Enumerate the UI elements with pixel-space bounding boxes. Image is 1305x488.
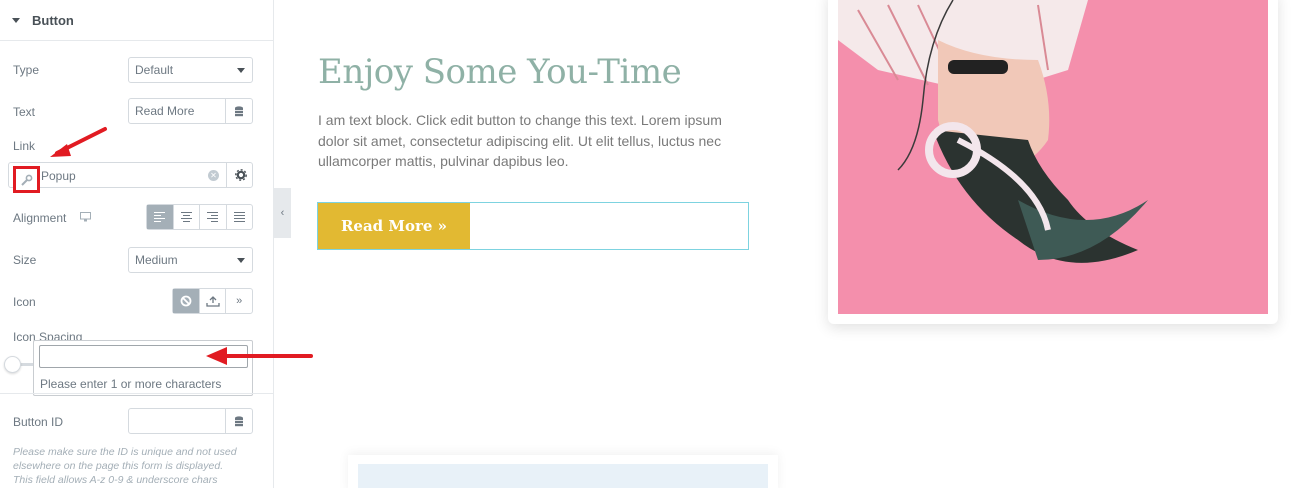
desktop-icon[interactable]: [80, 212, 91, 222]
panel-collapse-toggle[interactable]: ‹: [274, 188, 291, 238]
icon-choices: »: [172, 288, 253, 314]
editor-panel: Button Type Default Text Read More Link …: [0, 0, 274, 488]
database-icon: [235, 415, 243, 426]
page-heading: Enjoy Some You-Time: [318, 52, 682, 92]
icon-spacing-slider-handle[interactable]: [4, 356, 21, 373]
image-card: [828, 0, 1278, 324]
text-input[interactable]: Read More: [128, 98, 226, 124]
chevron-down-icon: [237, 258, 245, 263]
align-justify-icon[interactable]: [225, 205, 253, 229]
type-label: Type: [13, 63, 40, 77]
size-select[interactable]: Medium: [128, 247, 253, 273]
gear-icon: [234, 169, 247, 181]
read-more-button[interactable]: Read More »: [318, 203, 470, 249]
wrench-icon[interactable]: [13, 166, 40, 193]
button-id-note: Please make sure the ID is unique and no…: [13, 445, 263, 487]
dynamic-tags-button[interactable]: [225, 98, 253, 124]
photo-woman-headphones: [838, 0, 1268, 314]
upload-icon[interactable]: [198, 289, 226, 313]
chevron-double-right-icon[interactable]: »: [225, 289, 252, 313]
chevron-left-icon: ‹: [280, 207, 285, 219]
caret-down-icon: [12, 17, 20, 23]
chevron-down-icon: [237, 68, 245, 73]
link-field[interactable]: Popup ✕: [8, 162, 254, 193]
database-icon: [235, 105, 243, 116]
button-id-input[interactable]: [128, 408, 226, 434]
link-options-button[interactable]: [226, 162, 254, 188]
ban-icon[interactable]: [173, 289, 199, 313]
button-id-label: Button ID: [13, 415, 64, 429]
second-image: [358, 464, 768, 488]
dropdown-message: Please enter 1 or more characters: [40, 377, 222, 391]
align-right-icon[interactable]: [199, 205, 226, 229]
size-select-value: Medium: [135, 253, 178, 267]
button-widget: Read More »: [317, 202, 749, 250]
link-label: Link: [13, 139, 36, 153]
note-line: This field allows A-z 0-9 & underscore c…: [13, 474, 218, 486]
alignment-label: Alignment: [13, 211, 67, 225]
note-line: elsewhere on the page this form is displ…: [13, 460, 224, 472]
clear-icon[interactable]: ✕: [208, 170, 219, 181]
section-header-button[interactable]: Button: [0, 0, 274, 41]
size-label: Size: [13, 253, 37, 267]
text-block: I am text block. Click edit button to ch…: [318, 112, 722, 169]
align-center-icon[interactable]: [172, 205, 200, 229]
align-left-icon[interactable]: [147, 205, 173, 229]
dynamic-tags-button[interactable]: [225, 408, 253, 434]
note-line: Please make sure the ID is unique and no…: [13, 446, 237, 458]
link-value: Popup: [41, 169, 76, 183]
text-label: Text: [13, 105, 36, 119]
text-input-value: Read More: [135, 104, 195, 118]
annotation-arrow-icon: [206, 347, 313, 365]
annotation-arrow-icon: [50, 127, 107, 157]
section-title: Button: [32, 12, 74, 28]
second-image-card: [348, 455, 778, 488]
type-select[interactable]: Default: [128, 57, 253, 83]
icon-label: Icon: [13, 295, 36, 309]
alignment-choices: [146, 204, 253, 230]
type-select-value: Default: [135, 63, 174, 77]
divider: [0, 393, 274, 394]
